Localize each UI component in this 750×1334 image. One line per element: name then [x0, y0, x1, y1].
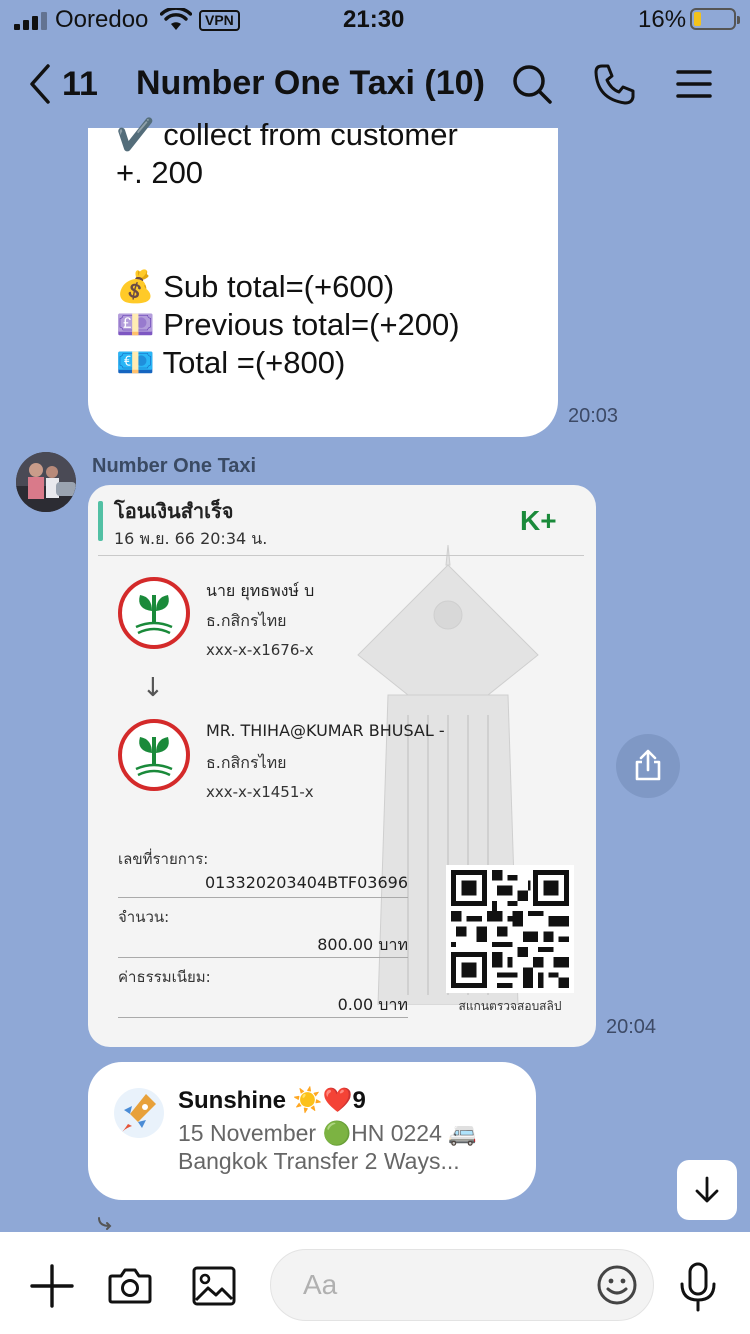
avatar-image	[16, 452, 76, 512]
qr-code	[446, 865, 574, 993]
plus-icon[interactable]	[28, 1262, 76, 1310]
back-button[interactable]: 11	[26, 62, 98, 106]
vpn-badge: VPN	[199, 10, 240, 31]
message-time: 20:04	[606, 1016, 657, 1038]
kplus-logo: K+	[520, 505, 557, 536]
message-time: 20:03	[568, 405, 619, 427]
rocket-icon	[114, 1088, 164, 1138]
search-icon[interactable]	[510, 62, 554, 106]
message-text: ✔️ collect from customer +. 200 💰 Sub to…	[116, 116, 460, 382]
sender-bank: ธ.กสิกรไทย	[206, 611, 287, 630]
chat-header: 11 Number One Taxi (10)	[0, 40, 750, 128]
fee-label: ค่าธรรมเนียม:	[118, 968, 211, 986]
emoji-icon[interactable]	[596, 1264, 638, 1306]
slip-date: 16 พ.ย. 66 20:34 น.	[114, 529, 268, 548]
sender-name: Number One Taxi	[92, 455, 257, 477]
share-button[interactable]	[616, 734, 680, 798]
composer-bar	[0, 1232, 750, 1334]
camera-icon[interactable]	[106, 1262, 154, 1310]
ref-label: เลขที่รายการ:	[118, 850, 209, 868]
sender-account-name: นาย ยุทธพงษ์ บ	[206, 581, 315, 600]
recipient-account-name: MR. THIHA@KUMAR BHUSAL -	[206, 721, 445, 740]
divider	[118, 957, 408, 958]
divider	[118, 897, 408, 898]
post-line: Bangkok Transfer 2 Ways...	[178, 1148, 460, 1174]
message-bubble[interactable]: ✔️ collect from customer +. 200 💰 Sub to…	[88, 117, 558, 437]
message-line: 💰 Sub total=(+600)	[116, 269, 395, 304]
chevron-left-icon	[30, 64, 50, 104]
image-icon[interactable]	[190, 1262, 238, 1310]
battery-percent: 16%	[638, 6, 687, 33]
divider	[118, 1017, 408, 1018]
fee-value: 0.00 บาท	[337, 995, 408, 1014]
message-line: 💷 Previous total=(+200)	[116, 307, 460, 342]
qr-caption: สแกนตรวจสอบสลิป	[458, 999, 562, 1013]
amount-label: จำนวน:	[118, 908, 170, 926]
amount-value: 800.00 บาท	[317, 935, 408, 954]
post-author: Sunshine ☀️❤️9	[178, 1087, 366, 1114]
kbank-logo	[118, 719, 190, 791]
status-bar: Ooredoo VPN 21:30 16%	[0, 0, 750, 40]
signal-icon	[14, 10, 47, 30]
scroll-to-bottom-button[interactable]	[677, 1160, 737, 1220]
menu-icon[interactable]	[672, 62, 716, 106]
divider	[98, 555, 584, 556]
phone-icon[interactable]	[592, 62, 636, 106]
arrow-down-icon: ↓	[142, 673, 164, 703]
message-line: 💶 Total =(+800)	[116, 345, 346, 380]
wifi-icon	[160, 8, 192, 30]
ref-value: 013320203404BTF03696	[204, 873, 408, 892]
message-line: ✔️ collect from customer	[116, 117, 458, 152]
transfer-slip-image[interactable]: โอนเงินสำเร็จ 16 พ.ย. 66 20:34 น. K+ นาย…	[88, 485, 596, 1047]
recipient-account-number: xxx-x-x1451-x	[206, 783, 314, 801]
arrow-down-icon	[695, 1176, 719, 1203]
microphone-icon[interactable]	[676, 1262, 720, 1312]
shared-post-bubble[interactable]: Sunshine ☀️❤️9 15 November 🟢HN 0224 🚐 Ba…	[88, 1062, 536, 1200]
post-line: 15 November 🟢HN 0224 🚐	[178, 1120, 477, 1146]
kbank-logo	[118, 577, 190, 649]
slip-title: โอนเงินสำเร็จ	[114, 499, 234, 523]
clock: 21:30	[343, 6, 405, 33]
reply-indicator-icon	[98, 1217, 112, 1230]
message-line	[116, 230, 460, 268]
slip-accent-bar	[98, 501, 103, 541]
unread-count: 11	[62, 64, 98, 103]
chat-title[interactable]: Number One Taxi (10)	[136, 64, 485, 103]
battery-icon	[690, 8, 740, 30]
message-line: +. 200	[116, 155, 204, 190]
avatar[interactable]	[16, 452, 76, 512]
message-line	[116, 192, 460, 230]
carrier-name: Ooredoo	[55, 6, 149, 33]
recipient-bank: ธ.กสิกรไทย	[206, 753, 287, 772]
sender-account-number: xxx-x-x1676-x	[206, 641, 314, 659]
share-icon	[635, 749, 661, 781]
